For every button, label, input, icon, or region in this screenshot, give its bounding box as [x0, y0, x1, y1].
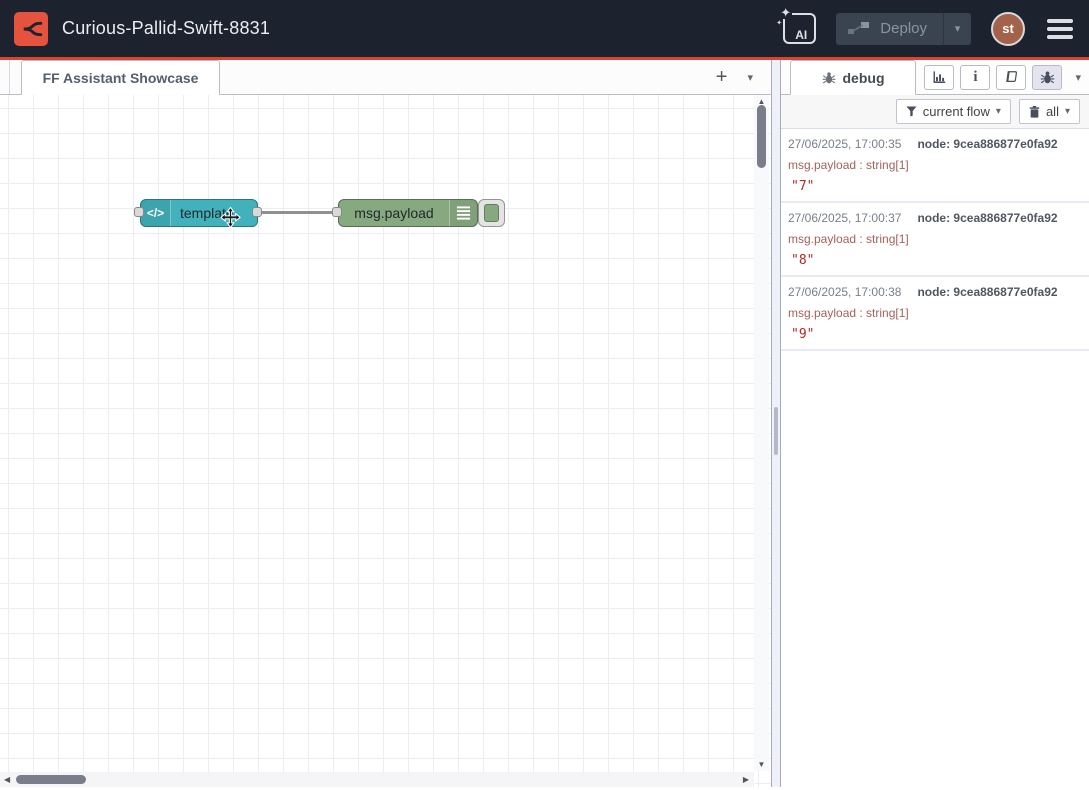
bar-chart-icon: [932, 70, 947, 84]
info-icon: i: [973, 70, 977, 85]
debug-message-list: 27/06/2025, 17:00:35 node: 9cea886877e0f…: [781, 129, 1089, 787]
node-label: template: [171, 200, 257, 226]
filter-label: current flow: [923, 104, 990, 119]
logo-glyph-icon: [18, 16, 44, 42]
ai-icon-label: AI: [795, 28, 807, 42]
flow-tabbar: FF Assistant Showcase + ▾: [0, 60, 771, 95]
context-button[interactable]: [996, 65, 1026, 90]
hamburger-bar-icon: [1047, 27, 1073, 31]
debug-message[interactable]: 27/06/2025, 17:00:35 node: 9cea886877e0f…: [781, 129, 1089, 203]
debug-message[interactable]: 27/06/2025, 17:00:37 node: 9cea886877e0f…: [781, 203, 1089, 277]
debug-toggle-indicator: [484, 204, 499, 222]
sidebar-tab-label: debug: [843, 70, 885, 86]
page-title: Curious-Pallid-Swift-8831: [62, 18, 270, 39]
message-property: msg.payload : string[1]: [788, 306, 1081, 320]
deploy-nodes-icon: [848, 21, 870, 36]
scroll-down-button[interactable]: ▼: [754, 760, 769, 769]
flow-list-caret[interactable]: ▾: [747, 71, 753, 84]
deploy-label: Deploy: [880, 20, 927, 37]
move-cursor-icon: [219, 206, 242, 229]
flowfuse-logo[interactable]: [14, 12, 48, 46]
sidebar: debug i: [781, 60, 1089, 787]
clear-messages-button[interactable]: all ▾: [1019, 99, 1080, 124]
deploy-options-caret[interactable]: ▾: [943, 13, 971, 45]
scroll-left-button[interactable]: ◀: [4, 775, 10, 784]
deploy-button[interactable]: Deploy ▾: [836, 13, 971, 45]
list-icon: [449, 200, 477, 226]
code-icon: </>: [141, 200, 171, 226]
splitter-handle[interactable]: [774, 407, 778, 455]
vscroll-thumb[interactable]: [757, 105, 766, 168]
message-timestamp: 27/06/2025, 17:00:38: [788, 285, 901, 299]
message-timestamp: 27/06/2025, 17:00:35: [788, 137, 901, 151]
message-property: msg.payload : string[1]: [788, 158, 1081, 172]
filter-funnel-icon: [906, 106, 917, 117]
debug-button[interactable]: [1032, 65, 1062, 90]
node-debug[interactable]: msg.payload: [338, 199, 478, 227]
message-node-id: node: 9cea886877e0fa92: [917, 137, 1057, 151]
clear-caret: ▾: [1065, 106, 1070, 117]
debug-message[interactable]: 27/06/2025, 17:00:38 node: 9cea886877e0f…: [781, 277, 1089, 351]
message-property: msg.payload : string[1]: [788, 232, 1081, 246]
sidebar-splitter[interactable]: [771, 60, 781, 787]
scroll-right-button[interactable]: ▶: [743, 775, 749, 784]
message-node-id: node: 9cea886877e0fa92: [917, 285, 1057, 299]
ai-assistant-button[interactable]: ✦ ✦ AI: [783, 13, 816, 44]
message-value: "9": [788, 327, 1081, 342]
tab-ff-assistant-showcase[interactable]: FF Assistant Showcase: [21, 60, 220, 95]
sidebar-tabbar: debug i: [781, 60, 1089, 95]
main-menu-button[interactable]: [1045, 15, 1075, 43]
message-value: "7": [788, 179, 1081, 194]
message-value: "8": [788, 253, 1081, 268]
info-button[interactable]: i: [960, 65, 990, 90]
app-header: Curious-Pallid-Swift-8831 ✦ ✦ AI Deploy …: [0, 0, 1089, 60]
main-area: FF Assistant Showcase + ▾ </> template m…: [0, 60, 1089, 787]
sidebar-tabs-caret[interactable]: ▾: [1075, 71, 1081, 84]
tab-scroll-spacer: [0, 60, 10, 94]
workspace: FF Assistant Showcase + ▾ </> template m…: [0, 60, 771, 787]
port-input[interactable]: [134, 207, 144, 217]
dashboard-button[interactable]: [924, 65, 954, 90]
wire[interactable]: [258, 211, 338, 214]
message-node-id: node: 9cea886877e0fa92: [917, 211, 1057, 225]
sparkle-small-icon: ✦: [776, 20, 782, 27]
add-flow-button[interactable]: +: [716, 67, 728, 87]
node-label: msg.payload: [339, 200, 449, 226]
debug-toolbar: current flow ▾ all ▾: [781, 95, 1089, 129]
canvas-hscrollbar[interactable]: ◀ ▶: [0, 772, 754, 787]
hscroll-thumb[interactable]: [16, 775, 86, 784]
sparkle-icon: ✦: [779, 6, 792, 19]
filter-caret: ▾: [996, 106, 1001, 117]
filter-button[interactable]: current flow ▾: [896, 99, 1011, 124]
clear-label: all: [1046, 104, 1059, 119]
bug-icon: [1040, 70, 1055, 85]
bug-icon: [822, 71, 836, 85]
book-icon: [1004, 70, 1018, 84]
user-menu-button[interactable]: st: [991, 12, 1025, 46]
port-input[interactable]: [332, 207, 342, 217]
hamburger-bar-icon: [1047, 35, 1073, 39]
hamburger-bar-icon: [1047, 19, 1073, 23]
canvas-vscrollbar[interactable]: ▲ ▼: [754, 95, 769, 771]
trash-icon: [1029, 106, 1040, 118]
message-timestamp: 27/06/2025, 17:00:37: [788, 211, 901, 225]
port-output[interactable]: [252, 207, 262, 217]
sidebar-tab-debug[interactable]: debug: [790, 60, 916, 95]
flow-canvas[interactable]: </> template msg.payload: [0, 95, 771, 787]
debug-toggle-button[interactable]: [478, 199, 505, 227]
